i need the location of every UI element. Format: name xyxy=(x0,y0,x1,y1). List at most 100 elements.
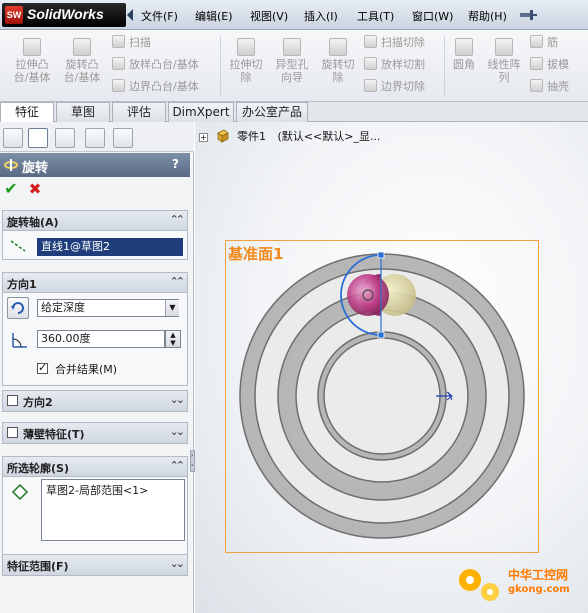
sketch-endpoint-top[interactable] xyxy=(377,251,385,259)
boundary-cut-button[interactable]: 边界切除 xyxy=(364,78,425,96)
graphics-area[interactable]: + 零件1 (默认<<默认>_显... 基准面1 中华工控网 gkong.com xyxy=(195,122,588,613)
tab-features[interactable]: 特征 xyxy=(0,102,54,123)
tab-dimxpert[interactable]: DimXpert xyxy=(168,102,234,122)
ds-logo-icon: SW xyxy=(5,6,23,24)
extrude-boss-label-2: 台/基体 xyxy=(13,71,51,84)
loft-cut-icon xyxy=(364,57,377,70)
menu-file[interactable]: 文件(F) xyxy=(141,8,178,24)
cancel-x-icon[interactable]: ✖ xyxy=(26,180,44,198)
command-manager: 拉伸凸 台/基体 旋转凸 台/基体 扫描 放样凸台/基体 边界凸台/基体 拉伸切… xyxy=(0,30,588,102)
thin-feature-group-header[interactable]: 薄壁特征(T) ⌄⌄ xyxy=(3,423,187,443)
revolve-boss-icon xyxy=(73,38,91,56)
feature-scope-title: 特征范围(F) xyxy=(7,560,69,573)
menu-window[interactable]: 窗口(W) xyxy=(412,8,453,24)
menu-view[interactable]: 视图(V) xyxy=(250,8,288,24)
linear-pattern-label-2: 列 xyxy=(498,71,510,84)
fillet-button[interactable]: 圆角 xyxy=(446,34,482,71)
app-brand: SolidWorks xyxy=(27,6,104,22)
direction2-group-header[interactable]: 方向2 ⌄⌄ xyxy=(3,391,187,411)
reverse-direction-icon[interactable] xyxy=(7,297,29,319)
fillet-label: 圆角 xyxy=(453,58,475,71)
contour-list-item[interactable]: 草图2-局部范围<1> xyxy=(42,480,184,500)
end-condition-select[interactable]: 给定深度 xyxy=(37,299,179,317)
rib-icon xyxy=(530,35,543,48)
revolve-boss-label-1: 旋转凸 xyxy=(65,58,99,71)
ribbon-separator xyxy=(444,36,445,96)
property-manager-panel: 旋转 ? ✔ ✖ 旋转轴(A) ⌃⌃ 直线1@草图2 方向1 ⌃⌃ 给定深度 ▼… xyxy=(0,122,195,613)
menu-insert[interactable]: 插入(I) xyxy=(304,8,338,24)
hole-wizard-button[interactable]: 异型孔 向导 xyxy=(270,34,314,84)
boundary-boss-button[interactable]: 边界凸台/基体 xyxy=(112,78,199,96)
help-icon[interactable]: ? xyxy=(172,157,179,171)
selected-contours-title: 所选轮廓(S) xyxy=(7,462,69,475)
extrude-cut-label-2: 除 xyxy=(240,71,252,84)
menu-tools[interactable]: 工具(T) xyxy=(357,8,394,24)
sketch-endpoint-bottom[interactable] xyxy=(377,331,385,339)
sweep-cut-button[interactable]: 扫描切除 xyxy=(364,34,425,52)
extrude-cut-button[interactable]: 拉伸切 除 xyxy=(224,34,268,84)
loft-cut-button[interactable]: 放样切割 xyxy=(364,56,425,74)
feature-tree-tab-icon[interactable] xyxy=(3,128,23,148)
rib-button[interactable]: 筋 xyxy=(530,34,558,52)
collapse-chevron-icon[interactable]: ⌃⌃ xyxy=(170,275,186,288)
menu-edit[interactable]: 编辑(E) xyxy=(195,8,233,24)
revolve-preview[interactable] xyxy=(195,122,588,613)
menu-expand-arrow-icon[interactable] xyxy=(127,9,133,21)
shell-label: 抽壳 xyxy=(547,80,569,93)
contours-list[interactable]: 草图2-局部范围<1> xyxy=(41,479,185,541)
dimxpert-manager-tab-icon[interactable] xyxy=(85,128,105,148)
extrude-boss-button[interactable]: 拉伸凸 台/基体 xyxy=(10,34,54,84)
axis-selection-field[interactable]: 直线1@草图2 xyxy=(37,238,183,256)
expand-chevron-icon[interactable]: ⌄⌄ xyxy=(170,557,186,570)
collapse-chevron-icon[interactable]: ⌃⌃ xyxy=(170,213,186,226)
axis-line-icon xyxy=(10,240,26,252)
direction1-group-header[interactable]: 方向1 ⌃⌃ xyxy=(3,273,187,293)
fillet-icon xyxy=(455,38,473,56)
pin-icon[interactable] xyxy=(518,7,538,23)
tab-office-products[interactable]: 办公室产品 xyxy=(236,102,308,122)
feature-title: 旋转 xyxy=(22,161,49,176)
sweep-cut-label: 扫描切除 xyxy=(381,36,425,49)
configuration-manager-tab-icon[interactable] xyxy=(55,128,75,148)
watermark: 中华工控网 gkong.com xyxy=(450,560,586,608)
ok-check-icon[interactable]: ✔ xyxy=(2,180,20,198)
angle-input[interactable]: 360.00度 xyxy=(37,330,165,348)
thin-feature-title: 薄壁特征(T) xyxy=(23,428,85,441)
tab-evaluate[interactable]: 评估 xyxy=(112,102,166,122)
draft-button[interactable]: 拔模 xyxy=(530,56,569,74)
menu-help[interactable]: 帮助(H) xyxy=(468,8,507,24)
merge-result-label: 合并结果(M) xyxy=(55,363,118,376)
property-manager-tab-icon[interactable] xyxy=(28,128,48,148)
solidworks-logo[interactable]: SW SolidWorks xyxy=(2,3,126,27)
extrude-cut-icon xyxy=(237,38,255,56)
shell-button[interactable]: 抽壳 xyxy=(530,78,569,96)
linear-pattern-button[interactable]: 线性阵 列 xyxy=(484,34,524,84)
tab-sketch[interactable]: 草图 xyxy=(56,102,110,122)
thin-feature-group: 薄壁特征(T) ⌄⌄ xyxy=(2,422,188,444)
expand-chevron-icon[interactable]: ⌄⌄ xyxy=(170,393,186,406)
revolve-cut-button[interactable]: 旋转切 除 xyxy=(316,34,360,84)
collapse-chevron-icon[interactable]: ⌃⌃ xyxy=(170,459,186,472)
feature-scope-header[interactable]: 特征范围(F) ⌄⌄ xyxy=(3,555,187,575)
loft-boss-button[interactable]: 放样凸台/基体 xyxy=(112,56,199,74)
expand-chevron-icon[interactable]: ⌄⌄ xyxy=(170,425,186,438)
dropdown-arrow-icon[interactable]: ▼ xyxy=(165,300,179,316)
linear-pattern-icon xyxy=(495,38,513,56)
sweep-button[interactable]: 扫描 xyxy=(112,34,151,52)
merge-result-checkbox[interactable] xyxy=(37,361,48,374)
direction1-title: 方向1 xyxy=(7,278,37,291)
hole-wizard-label-1: 异型孔 xyxy=(275,58,309,71)
selected-contours-header[interactable]: 所选轮廓(S) ⌃⌃ xyxy=(3,457,187,477)
property-manager-header: 旋转 ? xyxy=(0,153,190,177)
direction1-group: 方向1 ⌃⌃ 给定深度 ▼ 360.00度 ▲▼ 合并结果(M) xyxy=(2,272,188,386)
preview-sphere xyxy=(347,274,389,316)
revolve-boss-button[interactable]: 旋转凸 台/基体 xyxy=(60,34,104,84)
display-manager-tab-icon[interactable] xyxy=(113,128,133,148)
loft-cut-label: 放样切割 xyxy=(381,58,425,71)
thin-feature-checkbox[interactable] xyxy=(7,427,18,438)
axis-group-header[interactable]: 旋转轴(A) ⌃⌃ xyxy=(3,211,187,231)
boundary-boss-icon xyxy=(112,79,125,92)
direction2-checkbox[interactable] xyxy=(7,395,18,406)
angle-spinner[interactable]: ▲ ▼ xyxy=(165,330,181,348)
revolve-boss-label-2: 台/基体 xyxy=(63,71,101,84)
